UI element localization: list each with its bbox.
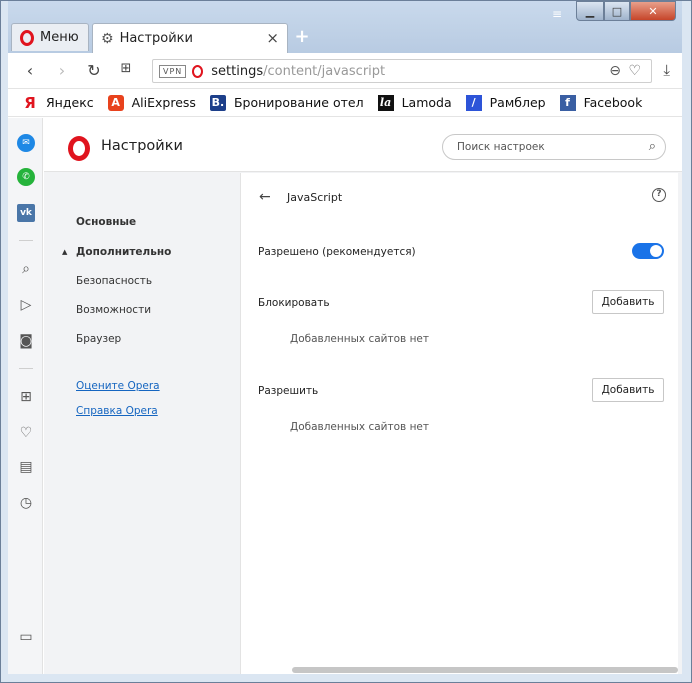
nav-item-security[interactable]: Безопасность — [76, 275, 152, 287]
tab-settings[interactable]: ⚙ Настройки × — [92, 23, 288, 53]
gear-icon: ⚙ — [101, 30, 114, 47]
settings-page: Настройки Поиск настроек ⌕ Основные ▲ До… — [44, 118, 682, 674]
allowed-label: Разрешено (рекомендуется) — [258, 246, 416, 258]
nav-item-browser[interactable]: Браузер — [76, 333, 121, 345]
forward-arrow-icon[interactable]: › — [52, 61, 72, 80]
sidebar-divider — [19, 240, 33, 241]
back-arrow-icon[interactable]: ← — [259, 189, 271, 205]
menu-label: Меню — [40, 30, 79, 45]
search-icon[interactable]: ⌕ — [649, 139, 656, 154]
bookmark-lamoda[interactable]: la Lamoda — [377, 94, 452, 111]
url-host: settings — [211, 63, 264, 79]
nav-item-basic[interactable]: Основные — [76, 216, 136, 228]
reload-icon[interactable]: ↻ — [84, 61, 104, 80]
search-icon[interactable]: ⌕ — [17, 260, 35, 278]
block-label: Блокировать — [258, 297, 330, 309]
bookmark-label: AliExpress — [131, 95, 196, 110]
bookmark-facebook[interactable]: f Facebook — [559, 94, 643, 111]
yandex-icon: Я — [24, 93, 36, 112]
download-icon[interactable]: ⤓ — [663, 61, 670, 79]
opera-url-icon — [192, 64, 204, 78]
bookmark-label: Яндекс — [46, 95, 94, 110]
page-title: Настройки — [101, 138, 183, 154]
window-content: ≡ ▁ □ ✕ Меню ⚙ Настройки × + ‹ › ↻ ⊞ VPN… — [8, 1, 682, 674]
close-tab-icon[interactable]: × — [266, 29, 279, 47]
sidebar-toggle-icon[interactable]: ▭ — [17, 628, 35, 646]
url-field[interactable]: VPN settings/content/javascript ⊖ ♡ — [152, 59, 652, 83]
nav-item-features[interactable]: Возможности — [76, 304, 151, 316]
news-icon[interactable]: ▤ — [17, 458, 35, 476]
settings-header: Настройки Поиск настроек ⌕ — [44, 118, 682, 172]
bookmarks-bar: Я Яндекс A AliExpress B. Бронирование от… — [8, 89, 682, 117]
address-bar: ‹ › ↻ ⊞ VPN settings/content/javascript … — [8, 53, 682, 89]
allow-add-button[interactable]: Добавить — [592, 378, 664, 402]
vpn-badge[interactable]: VPN — [159, 64, 187, 78]
heart-icon[interactable]: ♡ — [628, 63, 641, 79]
help-icon[interactable]: ? — [652, 188, 666, 202]
snapshot-icon[interactable]: ⊖ — [609, 63, 621, 79]
tab-label: Настройки — [119, 31, 193, 46]
back-arrow-icon[interactable]: ‹ — [20, 61, 40, 80]
new-tab-button[interactable]: + — [292, 27, 312, 47]
facebook-icon: f — [559, 94, 576, 111]
block-empty-text: Добавленных сайтов нет — [290, 333, 430, 345]
bookmark-label: Бронирование отел — [233, 95, 364, 110]
rate-opera-link[interactable]: Оцените Opera — [76, 380, 160, 392]
speed-dial-icon[interactable]: ⊞ — [17, 388, 35, 406]
settings-nav: Основные ▲ Дополнительно Безопасность Во… — [44, 173, 240, 674]
opera-logo-icon — [20, 29, 34, 46]
toggle-knob — [650, 245, 662, 257]
bookmark-yandex[interactable]: Я Яндекс — [22, 93, 94, 112]
messenger-icon[interactable]: ✉ — [17, 134, 35, 152]
allow-label: Разрешить — [258, 385, 319, 397]
lamoda-icon: la — [377, 94, 394, 111]
tab-menu-icon[interactable]: ≡ — [552, 7, 562, 21]
camera-icon[interactable]: ◙ — [17, 332, 35, 350]
browser-window: ≡ ▁ □ ✕ Меню ⚙ Настройки × + ‹ › ↻ ⊞ VPN… — [0, 0, 692, 683]
bookmark-label: Lamoda — [401, 95, 452, 110]
bookmark-booking[interactable]: B. Бронирование отел — [209, 94, 364, 111]
tab-strip: ≡ ▁ □ ✕ Меню ⚙ Настройки × + — [8, 1, 682, 53]
javascript-settings-panel: ← JavaScript ? Разрешено (рекомендуется)… — [240, 173, 678, 674]
opera-help-link[interactable]: Справка Opera — [76, 405, 158, 417]
url-path: /content/javascript — [263, 63, 386, 79]
bookmark-label: Рамблер — [489, 95, 546, 110]
opera-logo-icon — [68, 136, 90, 161]
panel-title: JavaScript — [287, 191, 343, 204]
minimize-button[interactable]: ▁ — [576, 1, 604, 21]
aliexpress-icon: A — [107, 94, 124, 111]
close-window-button[interactable]: ✕ — [630, 1, 676, 21]
block-add-button[interactable]: Добавить — [592, 290, 664, 314]
settings-search-input[interactable]: Поиск настроек ⌕ — [442, 134, 666, 160]
opera-sidebar: ✉ ✆ vk ⌕ ▷ ◙ ⊞ ♡ ▤ ◷ ▭ — [8, 118, 43, 674]
whatsapp-icon[interactable]: ✆ — [17, 168, 35, 186]
history-icon[interactable]: ◷ — [17, 494, 35, 512]
bookmark-label: Facebook — [583, 95, 643, 110]
maximize-button[interactable]: □ — [604, 1, 630, 21]
tab-row: Меню ⚙ Настройки × + — [8, 23, 682, 53]
heart-icon[interactable]: ♡ — [17, 424, 35, 442]
vk-icon[interactable]: vk — [17, 204, 35, 222]
sidebar-divider — [19, 368, 33, 369]
caret-up-icon[interactable]: ▲ — [62, 248, 67, 256]
horizontal-scrollbar[interactable] — [292, 667, 678, 673]
search-placeholder: Поиск настроек — [457, 141, 545, 153]
bookmark-aliexpress[interactable]: A AliExpress — [107, 94, 196, 111]
window-controls: ▁ □ ✕ — [576, 1, 676, 21]
booking-icon: B. — [209, 94, 226, 111]
allow-empty-text: Добавленных сайтов нет — [290, 421, 430, 433]
speed-dial-icon[interactable]: ⊞ — [116, 61, 136, 76]
opera-menu-button[interactable]: Меню — [11, 23, 89, 51]
rambler-icon: / — [465, 94, 482, 111]
bookmark-rambler[interactable]: / Рамблер — [465, 94, 546, 111]
nav-item-advanced[interactable]: Дополнительно — [76, 246, 171, 258]
send-icon[interactable]: ▷ — [17, 296, 35, 314]
javascript-toggle[interactable] — [632, 243, 664, 259]
